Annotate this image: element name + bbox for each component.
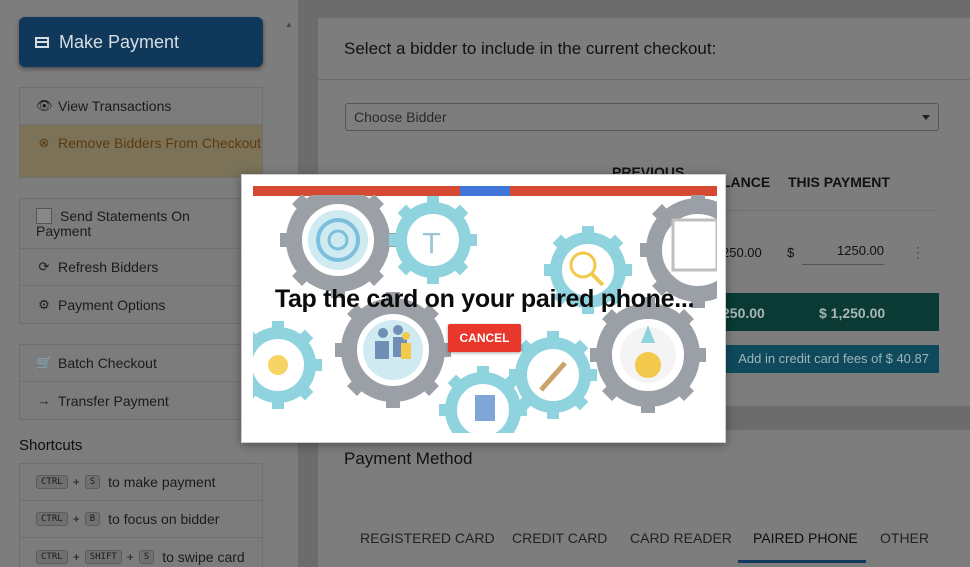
credit-card-icon [35, 36, 49, 48]
shortcuts-group: CTRL + S to make payment CTRL + B to foc… [19, 463, 263, 567]
plus-sign: + [72, 549, 80, 564]
modal-message: Tap the card on your paired phone... [274, 285, 695, 313]
transfer-payment-item[interactable]: → Transfer Payment [20, 382, 262, 419]
send-statements-checkbox[interactable] [36, 208, 52, 224]
remove-bidders-item[interactable]: ⊗ Remove Bidders From Checkout [20, 125, 262, 177]
batch-group: 🛒 Batch Checkout → Transfer Payment [19, 344, 263, 420]
key-cap: S [138, 549, 155, 564]
tab-paired-phone[interactable]: PAIRED PHONE [753, 530, 858, 546]
plus-sign: + [72, 512, 80, 526]
shortcut-description: to make payment [108, 474, 216, 490]
key-cap: SHIFT [84, 549, 122, 564]
balance-header: LANCE [722, 174, 771, 190]
select-bidder-heading: Select a bidder to include in the curren… [344, 38, 717, 58]
transfer-payment-label: Transfer Payment [58, 392, 169, 409]
view-transactions-label: View Transactions [58, 98, 172, 114]
view-transactions-item[interactable]: 👁 View Transactions [20, 88, 262, 125]
gear-icon: ⚙ [38, 296, 50, 312]
tab-credit-card[interactable]: CREDIT CARD [512, 530, 607, 546]
bidder-select[interactable]: Choose Bidder [345, 103, 939, 131]
select-bidder-card: Select a bidder to include in the curren… [318, 18, 970, 79]
plus-sign: + [72, 475, 80, 489]
row-currency: $ [787, 245, 795, 260]
send-statements-label: Send Statements On Payment [36, 208, 190, 239]
x-circle-icon: ⊗ [38, 135, 50, 150]
remove-bidders-label: Remove Bidders From Checkout [58, 135, 262, 151]
batch-checkout-label: Batch Checkout [58, 355, 157, 371]
more-options-icon[interactable]: · · · [916, 241, 920, 263]
key-cap: CTRL [36, 475, 68, 489]
payment-method-card: Payment Method [318, 430, 970, 567]
send-statements-item[interactable]: Send Statements On Payment [20, 199, 262, 249]
key-cap: CTRL [36, 512, 68, 526]
refresh-bidders-label: Refresh Bidders [58, 259, 159, 275]
shortcut-item: CTRL + S to make payment [20, 464, 262, 501]
refresh-bidders-item[interactable]: ⟳ Refresh Bidders [20, 249, 262, 286]
shortcut-item: CTRL + SHIFT + S to swipe card [20, 538, 262, 567]
arrow-right-icon: → [37, 393, 51, 408]
paired-phone-modal: T Tap the card on your paired phone... C… [241, 174, 726, 443]
tab-card-reader[interactable]: CARD READER [630, 530, 732, 546]
total-balance: 250.00 [722, 305, 765, 321]
scroll-up-arrow-icon[interactable]: ▲ [284, 20, 294, 30]
row-balance: 250.00 [722, 245, 762, 260]
make-payment-button[interactable]: Make Payment [19, 17, 263, 67]
shortcut-description: to swipe card [162, 548, 245, 565]
payment-options-label: Payment Options [58, 296, 166, 313]
shortcuts-title: Shortcuts [19, 437, 83, 454]
eye-icon: 👁 [36, 98, 53, 113]
make-payment-label: Make Payment [59, 31, 180, 52]
active-tab-indicator [738, 560, 866, 563]
tab-other[interactable]: OTHER [880, 530, 929, 546]
plus-sign: + [126, 549, 134, 564]
transactions-group: 👁 View Transactions ⊗ Remove Bidders Fro… [19, 87, 263, 178]
payment-options-item[interactable]: ⚙ Payment Options [20, 286, 262, 323]
key-cap: S [84, 475, 101, 489]
options-group: Send Statements On Payment ⟳ Refresh Bid… [19, 198, 263, 324]
cart-icon: 🛒 [36, 355, 53, 370]
svg-text:T: T [422, 227, 441, 260]
shortcut-description: to focus on bidder [108, 511, 220, 527]
this-payment-header: THIS PAYMENT [788, 174, 890, 190]
tab-registered-card[interactable]: REGISTERED CARD [360, 530, 495, 546]
refresh-icon: ⟳ [38, 259, 50, 274]
this-payment-input[interactable]: 1250.00 [802, 237, 884, 265]
cancel-button[interactable]: CANCEL [448, 324, 521, 352]
key-cap: CTRL [36, 549, 68, 564]
total-payment: $ 1,250.00 [819, 305, 886, 321]
add-credit-card-fees-button[interactable]: Add in credit card fees of $ 40.87 [698, 345, 939, 373]
gears-illustration: T [253, 195, 717, 433]
chevron-down-icon [922, 115, 930, 120]
shortcut-item: CTRL + B to focus on bidder [20, 501, 262, 538]
batch-checkout-item[interactable]: 🛒 Batch Checkout [20, 345, 262, 382]
totals-bar: 250.00 $ 1,250.00 [698, 293, 939, 331]
key-cap: B [84, 512, 101, 526]
bidder-select-placeholder: Choose Bidder [354, 109, 447, 125]
